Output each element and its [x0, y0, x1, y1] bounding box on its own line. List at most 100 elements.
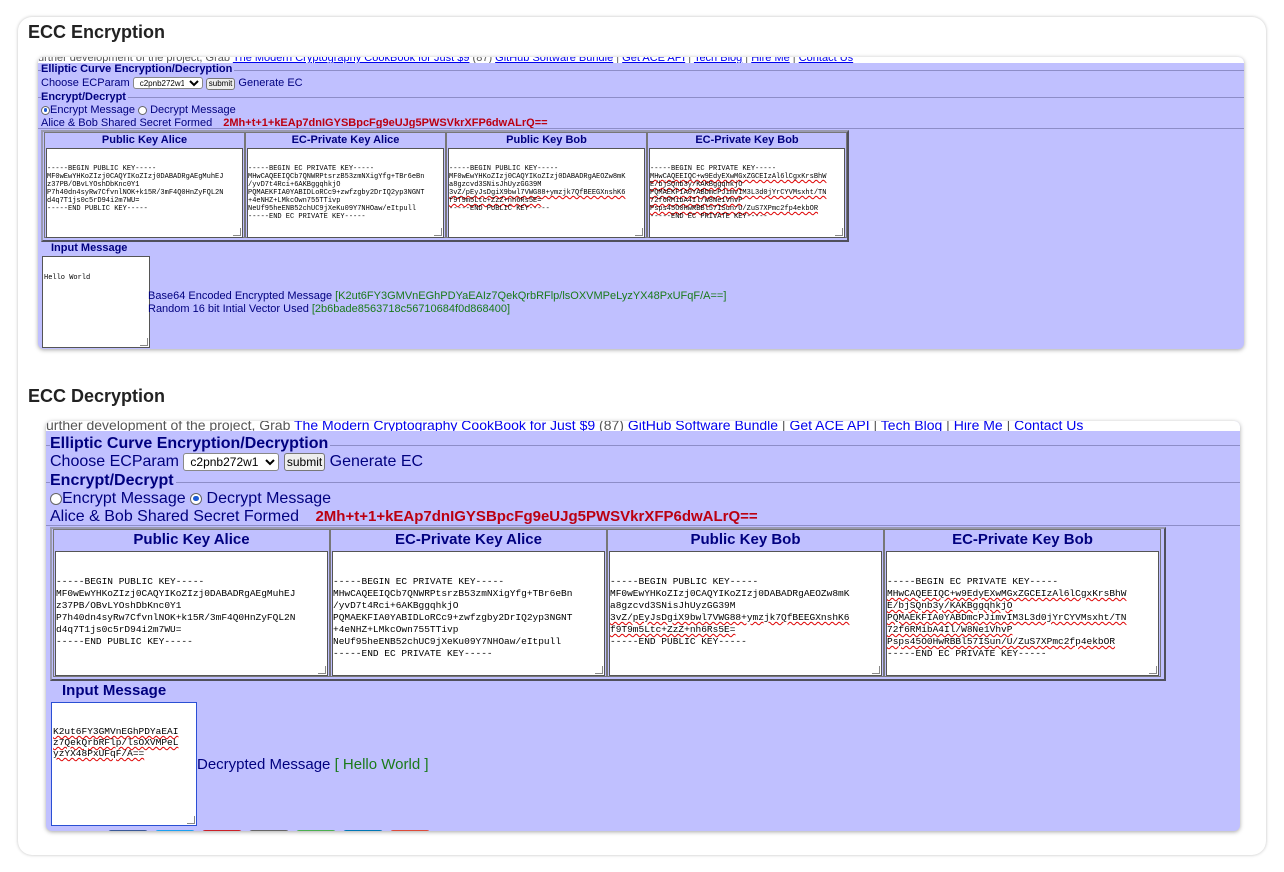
share-button-icon[interactable]: [390, 830, 430, 831]
encrypt-radio[interactable]: [41, 105, 50, 115]
encryption-screenshot: urther development of the project, Grab …: [38, 57, 1244, 349]
key-line: 3vZ/pEyJsDgiX9bwl7VWG88+ymzjk7QfBEEGXnsh…: [610, 612, 850, 623]
submit-button[interactable]: submit: [205, 77, 236, 90]
top-strip-link[interactable]: GitHub Software Bundle: [628, 421, 778, 431]
top-strip-separator: |: [869, 421, 881, 431]
private-key-alice-textarea[interactable]: -----BEGIN EC PRIVATE KEY----- MHwCAQEEIQ…: [247, 148, 444, 238]
key-column: Public Key Bob -----BEGIN PUBLIC KEY----…: [446, 132, 647, 238]
share-button-icon[interactable]: [155, 830, 195, 831]
submit-button[interactable]: submit: [283, 453, 326, 471]
header-ec-private-key-bob: EC-Private Key Bob: [952, 531, 1093, 548]
top-strip-link[interactable]: Contact Us: [1014, 421, 1083, 431]
key-line: -----END EC PRIVATE KEY-----: [887, 648, 1047, 659]
resize-grip-icon[interactable]: [595, 666, 603, 674]
encrypt-decrypt-legend: Encrypt/Decrypt: [50, 472, 176, 490]
share-button-icon[interactable]: [249, 830, 289, 831]
ecparam-select[interactable]: c2pnb272w1: [183, 453, 280, 471]
private-key-alice-textarea[interactable]: -----BEGIN EC PRIVATE KEY----- MHwCAQEEIQ…: [332, 551, 605, 676]
mode-radio-row: Encrypt Message Decrypt Message: [50, 490, 331, 508]
top-strip-separator: |: [613, 57, 623, 63]
decrypt-radio[interactable]: [138, 105, 148, 115]
key-line: PQMAEKFIA0YABIDLoRCc9+zwfzgby2DrIQ2yp3NG…: [248, 189, 425, 197]
ecparam-select[interactable]: c2pnb272w1: [132, 77, 203, 89]
encrypted-output-value: [K2ut6FY3GMVnEGhPDYaEAIz7QekQrbRFlp/lsOX…: [335, 290, 727, 302]
public-key-alice-textarea[interactable]: -----BEGIN PUBLIC KEY----- MF0wEwYHKoZIzj…: [55, 551, 328, 676]
decrypt-radio[interactable]: [190, 492, 203, 505]
app-legend: Elliptic Curve Encryption/Decryption: [50, 435, 331, 453]
key-line: -----END PUBLIC KEY-----: [610, 636, 747, 647]
top-strip-count: (87): [469, 57, 496, 63]
resize-grip-icon[interactable]: [233, 228, 241, 236]
key-column: EC-Private Key Alice -----BEGIN EC PRIVA…: [245, 132, 446, 238]
key-column: EC-Private Key Bob -----BEGIN EC PRIVATE…: [884, 529, 1161, 677]
resize-grip-icon[interactable]: [835, 228, 843, 236]
app-legend: Elliptic Curve Encryption/Decryption: [41, 63, 235, 75]
key-line: -----BEGIN EC PRIVATE KEY-----: [887, 576, 1059, 587]
iv-output-label: Random 16 bit Intial Vector Used: [148, 303, 309, 315]
key-line: -----BEGIN EC PRIVATE KEY-----: [248, 165, 375, 173]
top-strip-link[interactable]: Hire Me: [954, 421, 1003, 431]
resize-grip-icon[interactable]: [872, 666, 880, 674]
top-strip-link[interactable]: Get ACE API: [789, 421, 869, 431]
top-strip-link[interactable]: GitHub Software Bundle: [495, 57, 613, 63]
header-ec-private-key-bob: EC-Private Key Bob: [695, 134, 799, 146]
shared-secret-label: Alice & Bob Shared Secret Formed: [50, 508, 300, 525]
public-key-bob-textarea[interactable]: -----BEGIN PUBLIC KEY----- MF0wEwYHKoZIzj…: [448, 148, 645, 238]
input-message-textarea[interactable]: Hello World: [42, 256, 150, 348]
public-key-alice-textarea[interactable]: -----BEGIN PUBLIC KEY----- MF0wEwYHKoZIzj…: [46, 148, 243, 238]
top-strip-count: (87): [595, 421, 628, 431]
top-strip-link[interactable]: Contact Us: [799, 57, 853, 63]
generate-ec-label: Generate EC: [329, 453, 424, 471]
share-button-icon[interactable]: [343, 830, 383, 831]
resize-grip-icon[interactable]: [434, 228, 442, 236]
key-table: Public Key Alice -----BEGIN PUBLIC KEY--…: [50, 527, 1166, 681]
key-line: d4q7T1js0c5rD94i2m7WU=: [47, 197, 140, 205]
input-message-textarea[interactable]: K2ut6FY3GMVnEGhPDYaEAI z7QekQrbRFlp/lsOXV…: [51, 702, 197, 826]
key-line: -----END PUBLIC KEY-----: [449, 205, 550, 213]
key-line: -----BEGIN EC PRIVATE KEY-----: [333, 576, 505, 587]
resize-grip-icon[interactable]: [1149, 666, 1157, 674]
input-message-line: yzYX48PxUFqF/A==: [53, 748, 145, 759]
header-public-key-alice: Public Key Alice: [101, 134, 188, 146]
top-strip-separator: |: [742, 57, 752, 63]
key-line: MHwCAQEEIQCb7QNWRPtsrzB53zmNXigYfg+TBr6e…: [248, 173, 425, 181]
key-line: Psps45O0HwRBBl57ISun/U/ZuS7XPmc2fp4ekbOR: [887, 636, 1116, 647]
key-line: -----END EC PRIVATE KEY-----: [333, 648, 493, 659]
key-line: z37PB/OBvLYOshDbKnc0Y1: [56, 600, 182, 611]
resize-grip-icon[interactable]: [140, 338, 148, 346]
private-key-bob-textarea[interactable]: -----BEGIN EC PRIVATE KEY----- MHwCAQEEIQ…: [886, 551, 1159, 676]
key-column: Public Key Bob -----BEGIN PUBLIC KEY----…: [607, 529, 884, 677]
encrypt-radio[interactable]: [50, 492, 62, 505]
public-key-bob-textarea[interactable]: -----BEGIN PUBLIC KEY----- MF0wEwYHKoZIzj…: [609, 551, 882, 676]
key-line: PQMAEKFIA0YABDmcPJimvIM3L3d0jYrCYVMsxht/…: [887, 612, 1127, 623]
key-line: E/bjSQnb3y/KAKBggqhkjO: [887, 600, 1013, 611]
decrypt-radio-label: Decrypt Message: [150, 104, 236, 116]
share-button-icon[interactable]: [202, 830, 242, 831]
decrypted-output-value: [ Hello World ]: [334, 756, 429, 773]
key-line: PQMAEKFIA0YABDmcPJimvIM3L3d0jYrCYVMsxht/…: [650, 189, 827, 197]
key-line: /yvD7t4Rci+6AKBggqhkjO: [248, 181, 341, 189]
private-key-bob-textarea[interactable]: -----BEGIN EC PRIVATE KEY----- MHwCAQEEIQ…: [649, 148, 845, 238]
top-strip-separator: |: [789, 57, 799, 63]
choose-param-row: Choose ECParam c2pnb272w1 submit Generat…: [41, 77, 303, 90]
share-button-icon[interactable]: [108, 830, 148, 831]
key-column: EC-Private Key Bob -----BEGIN EC PRIVATE…: [647, 132, 847, 238]
share-button-icon[interactable]: [296, 830, 336, 831]
key-line: f9T9m5Ltc+ZzZ+nh6Rs5E=: [449, 197, 542, 205]
key-line: -----BEGIN EC PRIVATE KEY-----: [650, 165, 777, 173]
top-strip-link[interactable]: Tech Blog: [881, 421, 942, 431]
resize-grip-icon[interactable]: [187, 816, 195, 824]
top-strip-link[interactable]: The Modern Cryptography CookBook for Jus…: [294, 421, 595, 431]
top-strip-link[interactable]: Hire Me: [751, 57, 790, 63]
top-strip-link[interactable]: The Modern Cryptography CookBook for Jus…: [233, 57, 470, 63]
key-line: P7h40dn4syRw7CfvnlNOK+k15R/3mF4Q0HnZyFQL…: [47, 189, 224, 197]
top-strip-link[interactable]: Get ACE API: [622, 57, 685, 63]
resize-grip-icon[interactable]: [635, 228, 643, 236]
resize-grip-icon[interactable]: [318, 666, 326, 674]
decrypted-output-label: Decrypted Message: [197, 756, 331, 773]
key-line: z37PB/OBvLYOshDbKnc0Y1: [47, 181, 140, 189]
encrypt-decrypt-legend: Encrypt/Decrypt: [41, 91, 128, 103]
key-line: MF0wEwYHKoZIzj0CAQYIKoZIzj0DABADRgAEOZw8…: [449, 173, 626, 181]
key-line: MHwCAQEEIQCb7QNWRPtsrzB53zmNXigYfg+TBr6e…: [333, 588, 573, 599]
top-strip-link[interactable]: Tech Blog: [694, 57, 742, 63]
